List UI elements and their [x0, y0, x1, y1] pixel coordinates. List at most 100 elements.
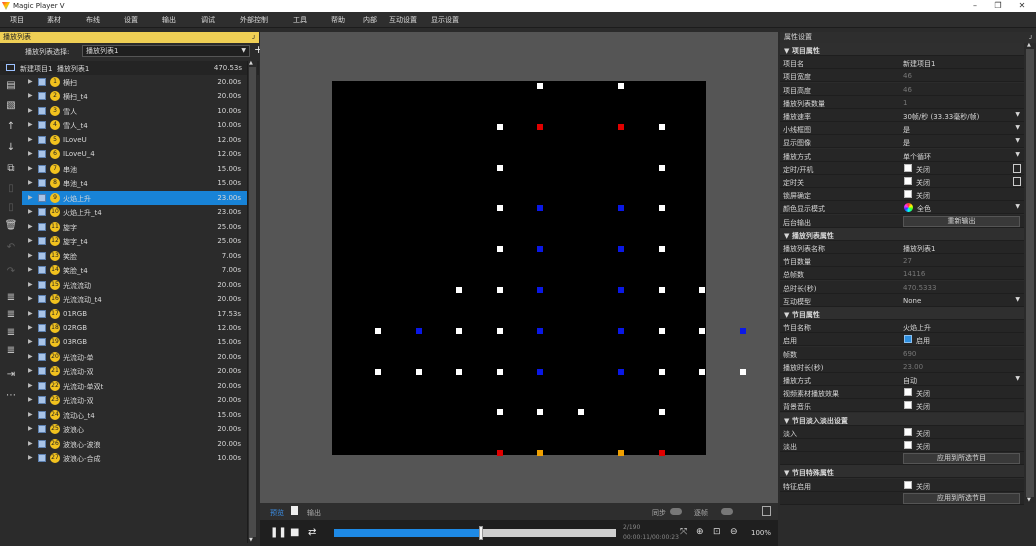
- playlist-item[interactable]: ▶ 12 旋字_t4 25.00s: [22, 234, 247, 248]
- redo-icon[interactable]: ↷: [4, 265, 18, 279]
- expand-arrow-icon[interactable]: ▶: [28, 367, 33, 374]
- expand-arrow-icon[interactable]: ▶: [28, 382, 33, 389]
- item-checkbox[interactable]: [38, 106, 46, 115]
- playlist-item[interactable]: ▶ 8 串池_t4 15.00s: [22, 176, 247, 190]
- scroll-down-icon[interactable]: ▼: [249, 537, 253, 543]
- expand-arrow-icon[interactable]: ▶: [28, 179, 33, 186]
- playlist-item[interactable]: ▶ 15 光流流动 20.00s: [22, 278, 247, 292]
- expand-arrow-icon[interactable]: ▶: [28, 338, 33, 345]
- playlist-item[interactable]: ▶ 25 波浪心 20.00s: [22, 422, 247, 436]
- item-checkbox[interactable]: [38, 208, 46, 217]
- property-checkbox[interactable]: [904, 190, 912, 199]
- move-down-icon[interactable]: ↓: [4, 141, 18, 155]
- property-section-header[interactable]: ▼ 节目淡入淡出设置: [780, 412, 1024, 426]
- item-checkbox[interactable]: [38, 237, 46, 246]
- expand-arrow-icon[interactable]: ▶: [28, 324, 33, 331]
- menu-item-display-settings[interactable]: 显示设置: [431, 15, 459, 25]
- menu-item-help[interactable]: 帮助: [331, 15, 345, 25]
- playlist-item[interactable]: ▶ 26 波浪心-波浪 20.00s: [22, 437, 247, 451]
- menu-item-debug[interactable]: 调试: [201, 15, 215, 25]
- list-b-icon[interactable]: ≣: [4, 308, 18, 322]
- pin-icon[interactable]: ᴊ: [252, 32, 255, 43]
- expand-arrow-icon[interactable]: ▶: [28, 396, 33, 403]
- item-checkbox[interactable]: [38, 251, 46, 260]
- scrollbar-thumb[interactable]: [1026, 49, 1034, 497]
- expand-arrow-icon[interactable]: ▶: [28, 281, 33, 288]
- expand-arrow-icon[interactable]: ▶: [28, 165, 33, 172]
- item-checkbox[interactable]: [38, 193, 46, 202]
- maximize-button[interactable]: ❐: [987, 0, 1009, 12]
- expand-arrow-icon[interactable]: ▶: [28, 194, 33, 201]
- item-checkbox[interactable]: [38, 338, 46, 347]
- playlist-item[interactable]: ▶ 22 光流动-单双t 20.00s: [22, 379, 247, 393]
- playlist-item[interactable]: ▶ 6 ILoveU_4 12.00s: [22, 147, 247, 161]
- property-checkbox[interactable]: [904, 441, 912, 449]
- menu-item-external-control[interactable]: 外部控制: [240, 15, 268, 25]
- expand-arrow-icon[interactable]: ▶: [28, 223, 33, 230]
- menu-item-output[interactable]: 输出: [162, 15, 176, 25]
- item-checkbox[interactable]: [38, 78, 46, 86]
- progress-knob[interactable]: [478, 526, 483, 540]
- calculator-icon[interactable]: [762, 506, 771, 516]
- delete-icon[interactable]: 🗑: [4, 219, 18, 233]
- move-up-icon[interactable]: ↑: [4, 120, 18, 134]
- properties-scrollbar[interactable]: ▲ ▼: [1024, 42, 1036, 503]
- paste-icon[interactable]: ▯: [4, 182, 18, 196]
- item-checkbox[interactable]: [38, 280, 46, 289]
- property-value[interactable]: 火焰上升: [903, 323, 931, 333]
- expand-arrow-icon[interactable]: ▶: [28, 295, 33, 302]
- playlist-item[interactable]: ▶ 24 流动心_t4 15.00s: [22, 408, 247, 422]
- menu-item-project[interactable]: 项目: [10, 15, 24, 25]
- playlist-item[interactable]: ▶ 7 串池 15.00s: [22, 162, 247, 176]
- chevron-down-icon[interactable]: ▼: [1015, 203, 1020, 210]
- property-button[interactable]: 重新输出: [903, 215, 1020, 227]
- property-checkbox[interactable]: [904, 401, 912, 410]
- property-value[interactable]: None: [903, 297, 921, 305]
- item-checkbox[interactable]: [38, 222, 46, 231]
- menu-item-settings[interactable]: 设置: [124, 15, 138, 25]
- expand-arrow-icon[interactable]: ▶: [28, 252, 33, 259]
- chevron-down-icon[interactable]: ▼: [1015, 137, 1020, 144]
- playlist-item[interactable]: ▶ 20 光流动-单 20.00s: [22, 350, 247, 364]
- playlist-item[interactable]: ▶ 11 旋字 25.00s: [22, 220, 247, 234]
- color-mode-value[interactable]: 全色: [917, 204, 931, 214]
- playlist-item[interactable]: ▶ 5 ILoveU 12.00s: [22, 133, 247, 147]
- expand-arrow-icon[interactable]: ▶: [28, 454, 33, 461]
- expand-arrow-icon[interactable]: ▶: [28, 136, 33, 143]
- playlist-select[interactable]: 播放列表1 ▼: [82, 45, 250, 57]
- expand-arrow-icon[interactable]: ▶: [28, 107, 33, 114]
- import-icon[interactable]: ▤: [4, 79, 18, 93]
- property-value[interactable]: 30帧/秒 (33.33毫秒/帧): [903, 112, 979, 122]
- tab-preview[interactable]: 预览: [270, 508, 284, 518]
- playlist-item[interactable]: ▶ 23 光流动-双 20.00s: [22, 393, 247, 407]
- expand-arrow-icon[interactable]: ▶: [28, 425, 33, 432]
- expand-arrow-icon[interactable]: ▶: [28, 237, 33, 244]
- stop-button[interactable]: ■: [290, 527, 299, 538]
- item-checkbox[interactable]: [38, 410, 46, 419]
- property-checkbox[interactable]: [904, 480, 912, 489]
- scroll-up-icon[interactable]: ▲: [249, 60, 253, 66]
- property-value[interactable]: 是: [903, 125, 910, 135]
- chevron-down-icon[interactable]: ▼: [1015, 124, 1020, 131]
- list-d-icon[interactable]: ≣: [4, 344, 18, 358]
- property-checkbox[interactable]: [904, 388, 912, 397]
- playlist-item[interactable]: ▶ 19 03RGB 15.00s: [22, 335, 247, 349]
- chevron-down-icon[interactable]: ▼: [1015, 111, 1020, 118]
- menu-item-internal[interactable]: 内部: [363, 15, 377, 25]
- property-button[interactable]: 应用到所选节目: [903, 492, 1020, 504]
- expand-arrow-icon[interactable]: ▶: [28, 92, 33, 99]
- playlist-scrollbar[interactable]: ▲ ▼: [247, 60, 257, 543]
- item-checkbox[interactable]: [38, 135, 46, 144]
- property-section-header[interactable]: ▼ 节目属性: [780, 307, 1024, 320]
- playlist-item[interactable]: ▶ 17 01RGB 17.53s: [22, 307, 247, 321]
- item-checkbox[interactable]: [38, 425, 46, 434]
- property-checkbox[interactable]: [904, 427, 912, 436]
- property-value[interactable]: 新建项目1: [903, 59, 935, 69]
- zoom-fit-icon[interactable]: ⤧: [680, 527, 687, 537]
- scrollbar-thumb[interactable]: [249, 67, 256, 537]
- item-checkbox[interactable]: [38, 164, 46, 173]
- property-value[interactable]: 单个循环: [903, 152, 931, 162]
- playlist-item[interactable]: ▶ 9 火焰上升 23.00s: [22, 190, 247, 205]
- expand-arrow-icon[interactable]: ▶: [28, 121, 33, 128]
- item-checkbox[interactable]: [38, 396, 46, 405]
